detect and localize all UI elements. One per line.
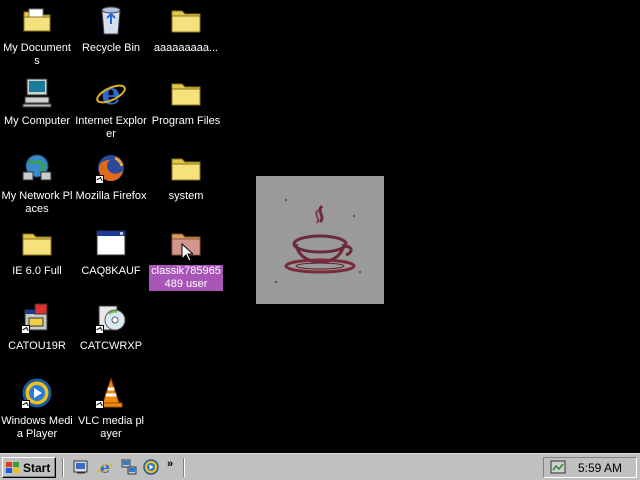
desktop-icon-program-files[interactable]: Program Files [149,77,223,129]
svg-text:e: e [101,77,120,109]
desktop-icon-internet-explorer[interactable]: e Internet Explorer [74,77,148,142]
quick-launch-more-button[interactable]: » [167,458,173,470]
show-desktop-icon[interactable] [73,459,89,475]
recycle-bin-icon [95,4,127,36]
desktop-icon-ie-6-full[interactable]: IE 6.0 Full [0,227,74,279]
shortcut-arrow-icon [21,400,30,409]
taskbar: Start e » 5:59 AM [0,453,640,480]
desktop-icon-folder-aaaa[interactable]: aaaaaaaaa... [149,4,223,56]
vlc-cone-icon [95,377,127,409]
icon-label: My Computer [3,115,71,127]
shortcut-arrow-icon [95,175,104,184]
start-label: Start [23,460,51,475]
taskbar-separator [183,458,185,477]
folder-icon [21,227,53,259]
icon-label: CATOU19R [8,340,66,352]
network-icon [21,152,53,184]
shortcut-arrow-icon [95,400,104,409]
desktop-icon-windows-media-player[interactable]: Windows Media Player [0,377,74,442]
desktop-icon-my-computer[interactable]: My Computer [0,77,74,129]
volume-icon[interactable] [550,460,566,475]
desktop-icon-mozilla-firefox[interactable]: Mozilla Firefox [74,152,148,204]
icon-label: CAQ8KAUF [81,265,141,277]
icon-label: CATCWRXP [79,340,143,352]
mouse-cursor-icon [181,243,193,262]
installer-icon [21,302,53,334]
icon-label: My Documents [3,42,71,67]
wallpaper-image [256,176,384,304]
icon-label: Recycle Bin [81,42,141,54]
icon-label: system [168,190,204,202]
network-icon[interactable] [121,459,137,475]
shortcut-arrow-icon [21,325,30,334]
desktop-icon-caq8kauf[interactable]: CAQ8KAUF [74,227,148,279]
desktop-icon-my-network-places[interactable]: My Network Places [0,152,74,217]
folder-icon [170,152,202,184]
desktop-icon-system[interactable]: system [149,152,223,204]
window-app-icon [95,227,127,259]
icon-label: classik785965 489 user [149,265,223,291]
icon-label: VLC media player [77,415,145,440]
folder-icon [170,4,202,36]
computer-icon [21,77,53,109]
internet-explorer-icon: e [95,77,127,109]
media-player-icon [21,377,53,409]
desktop-icon-catcwrxp[interactable]: CATCWRXP [74,302,148,354]
desktop-icon-recycle-bin[interactable]: Recycle Bin [74,4,148,56]
shortcut-arrow-icon [95,325,104,334]
taskbar-separator [62,458,64,477]
icon-label: Program Files [151,115,221,127]
icon-label: Mozilla Firefox [75,190,147,202]
internet-explorer-icon[interactable]: e [97,459,113,475]
java-coffee-cup-icon [256,176,384,304]
system-tray: 5:59 AM [543,457,637,478]
start-button[interactable]: Start [2,457,56,478]
clock[interactable]: 5:59 AM [578,461,622,475]
icon-label: Internet Explorer [75,115,147,140]
icon-label: Windows Media Player [1,415,73,440]
desktop-icon-my-documents[interactable]: My Documents [0,4,74,69]
folder-documents-icon [21,4,53,36]
desktop-icon-catou19r[interactable]: CATOU19R [0,302,74,354]
media-player-icon[interactable] [143,459,159,475]
icon-label: My Network Places [1,190,73,215]
desktop-icon-vlc-media-player[interactable]: VLC media player [74,377,148,442]
folder-icon [170,77,202,109]
cd-installer-icon [95,302,127,334]
windows-logo-icon [6,461,19,473]
icon-label: IE 6.0 Full [12,265,62,277]
firefox-icon [95,152,127,184]
icon-label: aaaaaaaaa... [153,42,219,54]
desktop[interactable]: My Documents My Computer My Network Plac… [0,0,640,453]
